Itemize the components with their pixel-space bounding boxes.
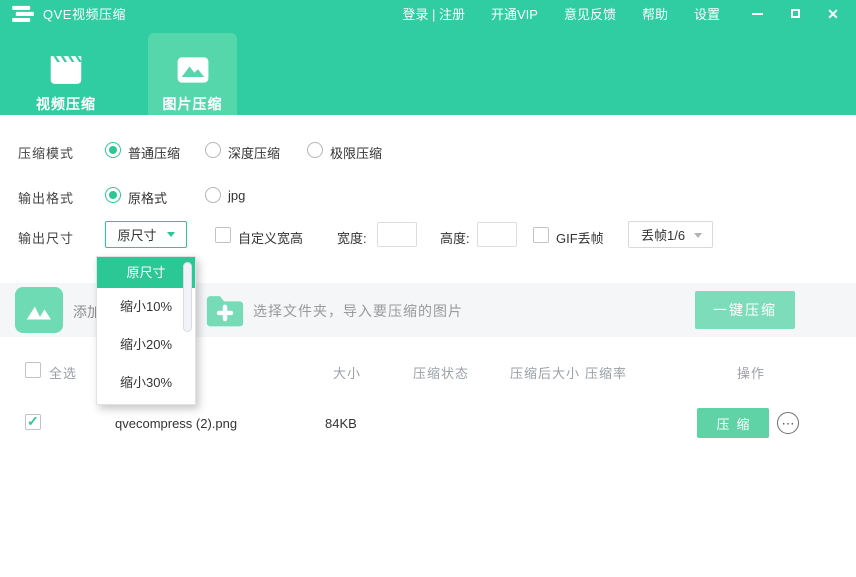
output-size-label: 输出尺寸 bbox=[18, 228, 74, 247]
output-size-row: 输出尺寸 原尺寸 自定义宽高 宽度: 高度: GIF丢帧 丢帧1/6 bbox=[0, 221, 856, 251]
mountains-icon bbox=[24, 297, 54, 323]
tab-video-compress[interactable]: 视频压缩 bbox=[20, 27, 112, 115]
radio-deep-compress[interactable] bbox=[205, 142, 221, 158]
size-select[interactable]: 原尺寸 bbox=[105, 221, 187, 248]
gif-dropframe-checkbox[interactable] bbox=[533, 227, 549, 243]
app-title: QVE视频压缩 bbox=[43, 4, 126, 23]
login-register-link[interactable]: 登录 | 注册 bbox=[402, 4, 465, 23]
app-logo-icon bbox=[12, 5, 34, 23]
compress-mode-row: 压缩模式 普通压缩 深度压缩 极限压缩 bbox=[0, 139, 856, 167]
width-label: 宽度: bbox=[337, 228, 367, 247]
tab-video-label: 视频压缩 bbox=[20, 94, 112, 114]
row-checkbox[interactable] bbox=[25, 414, 41, 430]
dropdown-scrollbar[interactable] bbox=[183, 262, 192, 332]
tab-image-label: 图片压缩 bbox=[148, 94, 237, 114]
height-label: 高度: bbox=[440, 228, 470, 247]
close-button[interactable]: ✕ bbox=[826, 7, 840, 21]
row-more-button[interactable]: ⋯ bbox=[777, 412, 799, 434]
col-after-size: 压缩后大小 bbox=[510, 363, 580, 382]
radio-jpg-format-label[interactable]: jpg bbox=[228, 188, 245, 203]
caret-down-icon bbox=[167, 232, 175, 237]
select-all-checkbox[interactable] bbox=[25, 362, 41, 378]
table-row: qvecompress (2).png 84KB 压缩 ⋯ bbox=[0, 400, 856, 446]
titlebar-menu: 登录 | 注册 开通VIP 意见反馈 帮助 设置 bbox=[402, 4, 720, 23]
radio-jpg-format[interactable] bbox=[205, 187, 221, 203]
custom-size-label[interactable]: 自定义宽高 bbox=[238, 228, 303, 247]
compress-mode-label: 压缩模式 bbox=[18, 143, 74, 162]
radio-original-format[interactable] bbox=[105, 187, 121, 203]
image-icon bbox=[148, 53, 237, 87]
radio-normal-compress[interactable] bbox=[105, 142, 121, 158]
compress-all-button[interactable]: 一键压缩 bbox=[695, 291, 795, 329]
row-filename: qvecompress (2).png bbox=[115, 416, 237, 431]
vip-link[interactable]: 开通VIP bbox=[491, 4, 538, 23]
col-action: 操作 bbox=[737, 363, 765, 382]
add-folder-button[interactable] bbox=[204, 291, 246, 329]
tab-image-compress[interactable]: 图片压缩 bbox=[148, 33, 237, 115]
window-controls: ✕ bbox=[750, 7, 840, 21]
row-filesize: 84KB bbox=[325, 416, 357, 431]
dropdown-item-shrink20[interactable]: 缩小20% bbox=[97, 326, 195, 364]
dropdown-item-shrink30[interactable]: 缩小30% bbox=[97, 364, 195, 402]
output-format-label: 输出格式 bbox=[18, 188, 74, 207]
add-folder-text: 选择文件夹，导入要压缩的图片 bbox=[253, 301, 463, 321]
film-clapper-icon bbox=[20, 53, 112, 87]
col-ratio: 压缩率 bbox=[585, 363, 627, 382]
caret-down-icon bbox=[694, 233, 702, 238]
titlebar: QVE视频压缩 登录 | 注册 开通VIP 意见反馈 帮助 设置 ✕ bbox=[0, 0, 856, 27]
radio-original-format-label[interactable]: 原格式 bbox=[128, 188, 167, 207]
maximize-icon bbox=[791, 9, 800, 18]
gif-dropframe-label[interactable]: GIF丢帧 bbox=[556, 228, 604, 247]
frame-rate-select[interactable]: 丢帧1/6 bbox=[628, 221, 713, 248]
select-all-label[interactable]: 全选 bbox=[49, 363, 77, 382]
maximize-button[interactable] bbox=[788, 7, 802, 21]
width-input[interactable] bbox=[377, 222, 417, 247]
help-link[interactable]: 帮助 bbox=[642, 4, 668, 23]
dropdown-item-original[interactable]: 原尺寸 bbox=[97, 257, 195, 288]
col-size: 大小 bbox=[333, 363, 361, 382]
minimize-button[interactable] bbox=[750, 7, 764, 21]
settings-link[interactable]: 设置 bbox=[694, 4, 720, 23]
size-dropdown-popup: 原尺寸 缩小10% 缩小20% 缩小30% 缩小40% bbox=[96, 256, 196, 405]
add-images-button[interactable] bbox=[15, 287, 63, 333]
col-status: 压缩状态 bbox=[413, 363, 469, 382]
app-header: QVE视频压缩 登录 | 注册 开通VIP 意见反馈 帮助 设置 ✕ bbox=[0, 0, 856, 115]
radio-extreme-compress[interactable] bbox=[307, 142, 323, 158]
minimize-icon bbox=[752, 13, 763, 15]
radio-normal-compress-label[interactable]: 普通压缩 bbox=[128, 143, 180, 162]
height-input[interactable] bbox=[477, 222, 517, 247]
radio-extreme-compress-label[interactable]: 极限压缩 bbox=[330, 143, 382, 162]
radio-deep-compress-label[interactable]: 深度压缩 bbox=[228, 143, 280, 162]
feedback-link[interactable]: 意见反馈 bbox=[564, 4, 616, 23]
row-compress-button[interactable]: 压缩 bbox=[697, 408, 769, 438]
app-window: QVE视频压缩 登录 | 注册 开通VIP 意见反馈 帮助 设置 ✕ bbox=[0, 0, 856, 577]
size-select-value: 原尺寸 bbox=[117, 225, 156, 244]
folder-plus-icon bbox=[204, 291, 246, 329]
custom-size-checkbox[interactable] bbox=[215, 227, 231, 243]
output-format-row: 输出格式 原格式 jpg bbox=[0, 184, 856, 212]
dropdown-item-partial[interactable]: 缩小40% bbox=[97, 402, 195, 405]
frame-rate-select-value: 丢帧1/6 bbox=[641, 225, 685, 244]
dropdown-item-shrink10[interactable]: 缩小10% bbox=[97, 288, 195, 326]
